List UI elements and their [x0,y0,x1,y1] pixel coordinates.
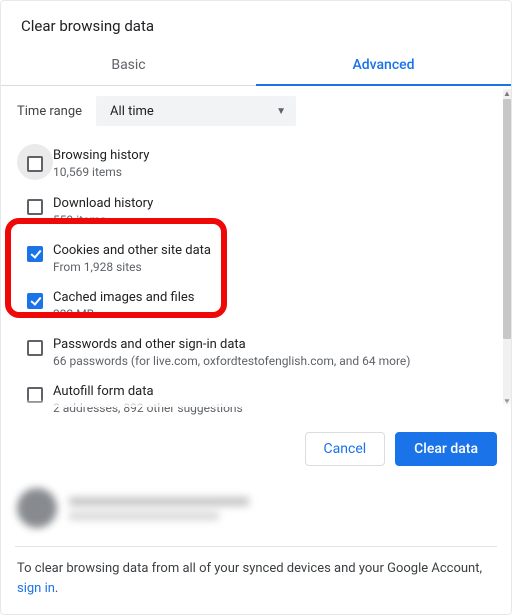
tab-advanced[interactable]: Advanced [256,45,511,86]
sync-tail: . [55,581,58,596]
item-title: Cached images and files [53,290,501,305]
scrollbar-thumb[interactable] [503,99,511,339]
dialog-title: Clear browsing data [21,17,491,35]
clear-data-button[interactable]: Clear data [395,432,497,466]
item-title: Passwords and other sign-in data [53,337,501,352]
item-cookies[interactable]: Cookies and other site data From 1,928 s… [17,235,501,282]
checkbox-autofill[interactable] [27,387,43,403]
scrollbar-down-icon[interactable]: ▼ [503,397,511,407]
account-email-placeholder [69,512,219,520]
time-range-select[interactable]: All time ▼ [96,96,296,126]
item-passwords[interactable]: Passwords and other sign-in data 66 pass… [17,329,501,376]
account-name-placeholder [69,497,249,506]
dialog-header: Clear browsing data [1,1,511,45]
sync-message: To clear browsing data from all of your … [1,547,511,614]
checkbox-cookies[interactable] [27,246,43,262]
tab-basic[interactable]: Basic [1,45,256,86]
cancel-button[interactable]: Cancel [305,432,386,466]
item-autofill[interactable]: Autofill form data 2 addresses, 892 othe… [17,376,501,423]
item-browsing-history[interactable]: Browsing history 10,569 items [17,140,501,188]
options-panel: Time range All time ▼ Browsing history 1… [1,86,511,412]
account-row [1,482,511,546]
scrollbar-up-icon[interactable]: ▲ [503,89,511,99]
time-range-value: All time [110,104,154,119]
item-title: Browsing history [53,148,501,163]
item-cache[interactable]: Cached images and files 232 MB [17,282,501,329]
item-subtitle: 10,569 items [53,165,501,179]
item-subtitle: From 1,928 sites [53,260,501,274]
checkbox-browsing[interactable] [27,156,43,172]
checkbox-passwords[interactable] [27,340,43,356]
tabs: Basic Advanced [1,45,511,86]
item-title: Download history [53,196,501,211]
sign-in-link[interactable]: sign in [17,581,55,596]
item-subtitle: 2 addresses, 892 other suggestions [53,401,501,415]
item-subtitle: 66 passwords (for live.com, oxfordtestof… [53,354,501,368]
checkbox-download[interactable] [27,199,43,215]
item-subtitle: 559 items [53,213,501,227]
time-range-row: Time range All time ▼ [17,96,501,126]
sync-text: To clear browsing data from all of your … [17,561,482,576]
time-range-label: Time range [17,104,82,119]
item-download-history[interactable]: Download history 559 items [17,188,501,235]
item-title: Autofill form data [53,384,501,399]
chevron-down-icon: ▼ [276,106,286,117]
item-title: Cookies and other site data [53,243,501,258]
avatar [17,488,57,528]
checkbox-cache[interactable] [27,293,43,309]
item-subtitle: 232 MB [53,307,501,321]
